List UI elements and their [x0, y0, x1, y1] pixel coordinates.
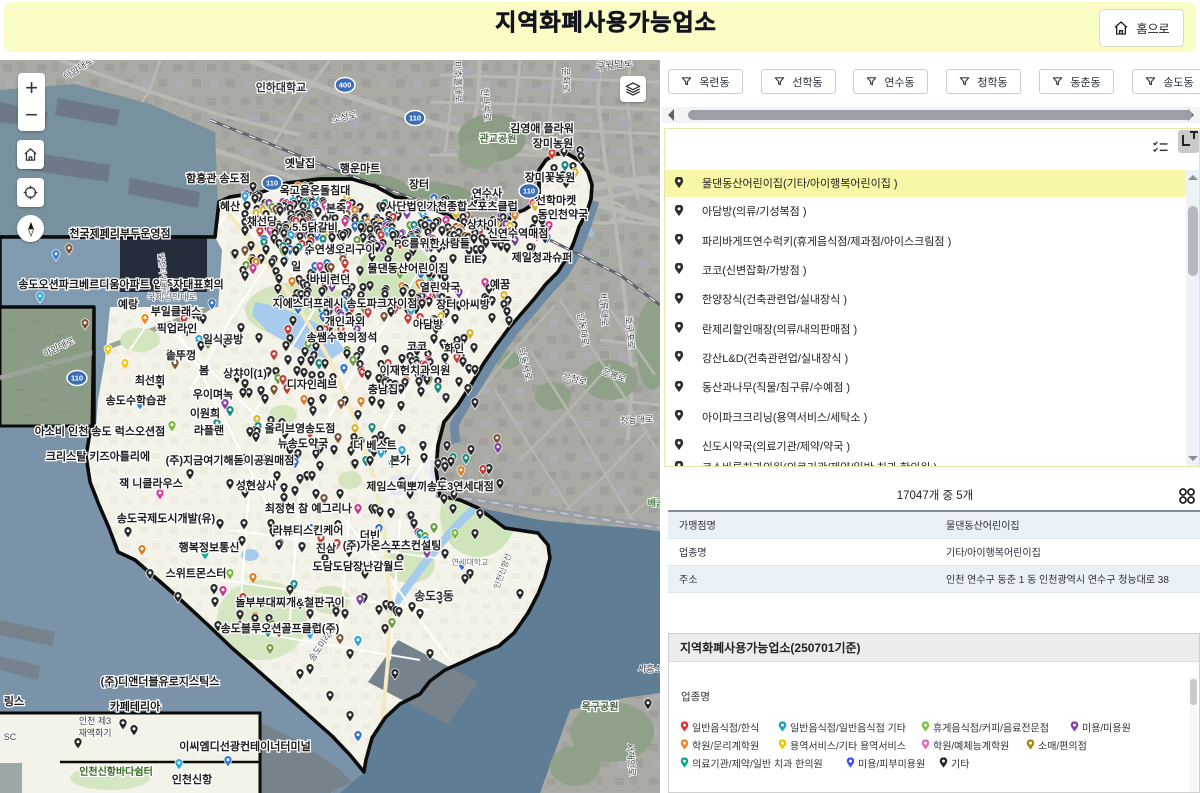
svg-text:장미꽃농원: 장미꽃농원	[525, 170, 576, 184]
svg-text:EIE: EIE	[464, 254, 482, 266]
svg-text:110: 110	[409, 114, 421, 123]
svg-text:참 예그리나: 참 예그리나	[298, 501, 352, 515]
svg-text:인천신항: 인천신항	[172, 772, 212, 786]
svg-text:화인: 화인	[444, 341, 464, 355]
svg-text:크리스탈 키즈아틀리에: 크리스탈 키즈아틀리에	[46, 449, 150, 463]
svg-text:선학마켓: 선학마켓	[536, 193, 576, 207]
svg-text:인천신항바다쉼터: 인천신항바다쉼터	[79, 765, 153, 778]
svg-text:재액화기: 재액화기	[78, 727, 111, 738]
svg-text:일식공방: 일식공방	[203, 332, 243, 346]
svg-text:옥고을온돌침대: 옥고을온돌침대	[280, 183, 351, 197]
svg-text:옥구공원: 옥구공원	[582, 700, 619, 713]
svg-text:미추홀대로: 미추홀대로	[452, 61, 464, 103]
svg-text:아소비 인천 송도 럭스오션점: 아소비 인천 송도 럭스오션점	[35, 424, 166, 438]
svg-text:이재헌치과의원: 이재헌치과의원	[380, 363, 451, 377]
svg-text:송도3동: 송도3동	[414, 589, 454, 603]
svg-text:지에스더프레시 송도파크자이점: 지에스더프레시 송도파크자이점	[273, 296, 418, 310]
svg-text:열린약국: 열린약국	[420, 280, 460, 294]
svg-text:국제항만대로: 국제항만대로	[147, 292, 197, 302]
svg-text:행복정보통신: 행복정보통신	[179, 540, 240, 554]
svg-text:상챠이(1): 상챠이(1)	[223, 366, 267, 380]
svg-text:혜산: 혜산	[220, 199, 240, 213]
svg-text:제임스떡뽀끼송도3연세대점: 제임스떡뽀끼송도3연세대점	[366, 479, 494, 493]
svg-text:더 베스트: 더 베스트	[353, 438, 397, 452]
svg-text:디자인레브: 디자인레브	[287, 377, 338, 391]
svg-text:이씨엠디선광컨테이너터미널: 이씨엠디선광컨테이너터미널	[179, 739, 311, 753]
svg-text:사단법인가천종합스포츠클럽: 사단법인가천종합스포츠클럽	[386, 199, 518, 213]
svg-text:송도블루오션골프클럽(주): 송도블루오션골프클럽(주)	[221, 621, 340, 635]
svg-text:스위트몬스터: 스위트몬스터	[166, 566, 227, 580]
svg-text:올리브영송도점: 올리브영송도점	[265, 421, 336, 435]
svg-text:천국제페리부두운영점: 천국제페리부두운영점	[69, 226, 170, 240]
svg-text:부일클래스: 부일클래스	[151, 304, 202, 318]
svg-text:본죽: 본죽	[326, 202, 346, 215]
svg-text:우이며녹: 우이며녹	[193, 387, 233, 401]
svg-text:장터 아씨방: 장터 아씨방	[436, 297, 490, 311]
svg-text:최정현: 최정현	[265, 501, 295, 515]
svg-text:예랑: 예랑	[118, 297, 138, 311]
svg-text:아담방: 아담방	[413, 317, 443, 331]
svg-text:잭 니클라우스: 잭 니클라우스	[119, 476, 183, 490]
svg-text:진삼: 진삼	[316, 541, 336, 555]
svg-text:바비런던: 바비런던	[310, 272, 350, 286]
svg-text:송도오션파크베르디움아파트 입주자대표회의: 송도오션파크베르디움아파트 입주자대표회의	[18, 277, 223, 291]
svg-text:(주)가온스포츠컨설팅: (주)가온스포츠컨설팅	[343, 538, 441, 552]
svg-text:충남집: 충남집	[368, 382, 398, 396]
svg-text:동인천약국: 동인천약국	[538, 207, 589, 221]
svg-text:수연생오리구이: 수연생오리구이	[305, 242, 376, 256]
svg-text:카페테리아: 카페테리아	[110, 699, 161, 713]
svg-text:라플랜: 라플랜	[194, 423, 224, 437]
svg-text:개인과외: 개인과외	[325, 314, 365, 328]
svg-text:봄: 봄	[199, 363, 209, 377]
svg-text:뉴송도약국: 뉴송도약국	[278, 436, 329, 450]
svg-text:물댄동산어린이집: 물댄동산어린이집	[368, 261, 449, 275]
svg-text:5.5닭갈비: 5.5닭갈비	[292, 220, 338, 234]
svg-text:연수사: 연수사	[472, 186, 503, 200]
svg-text:인하대학교: 인하대학교	[256, 80, 307, 94]
svg-text:(주)디앤더블유로지스틱스: (주)디앤더블유로지스틱스	[101, 674, 220, 688]
svg-text:라뷰티스킨케어: 라뷰티스킨케어	[273, 523, 344, 537]
svg-text:장터: 장터	[409, 177, 429, 191]
svg-text:인천 제3: 인천 제3	[79, 716, 111, 726]
svg-text:함흥관 송도점: 함흥관 송도점	[186, 171, 250, 185]
svg-text:(주)지금여기해돋이공원매점: (주)지금여기해돋이공원매점	[166, 453, 295, 467]
svg-text:400: 400	[339, 81, 352, 90]
svg-text:링스: 링스	[4, 695, 24, 708]
svg-text:비류대로: 비류대로	[598, 293, 610, 327]
svg-text:행운마트: 행운마트	[340, 161, 380, 175]
svg-text:옛날집: 옛날집	[285, 156, 315, 170]
svg-text:110: 110	[71, 374, 83, 383]
svg-text:시흥스: 시흥스	[638, 663, 660, 674]
svg-text:연세대학교: 연세대학교	[452, 557, 489, 567]
svg-text:김영애 플라워: 김영애 플라워	[510, 121, 574, 135]
svg-text:SC: SC	[4, 732, 17, 742]
svg-text:예꿈: 예꿈	[490, 277, 510, 291]
svg-text:장미농원: 장미농원	[533, 136, 573, 150]
svg-text:일: 일	[291, 259, 301, 273]
svg-text:놀부부대찌개&철판구이: 놀부부대찌개&철판구이	[235, 595, 344, 609]
svg-text:성현상사: 성현상사	[236, 478, 277, 492]
svg-text:송도국제도시개발(유): 송도국제도시개발(유)	[117, 511, 216, 525]
svg-text:솥뚜껑: 솥뚜껑	[166, 348, 196, 362]
svg-text:픽업라인: 픽업라인	[157, 321, 197, 335]
svg-text:배곧: 배곧	[648, 497, 660, 508]
svg-text:송쌤수학의정석: 송쌤수학의정석	[307, 330, 378, 344]
svg-text:문화로: 문화로	[561, 67, 572, 92]
svg-text:110: 110	[523, 187, 535, 196]
svg-text:코코: 코코	[407, 341, 427, 353]
svg-text:PC를위한사람들: PC를위한사람들	[394, 236, 470, 250]
svg-text:이원희: 이원희	[190, 406, 220, 420]
svg-text:110: 110	[266, 179, 278, 188]
svg-text:신연수역매점: 신연수역매점	[488, 226, 549, 240]
svg-text:송도수학습관: 송도수학습관	[106, 393, 167, 407]
svg-text:최선회: 최선회	[135, 373, 165, 387]
svg-text:제일청과슈퍼: 제일청과슈퍼	[512, 250, 573, 264]
svg-text:채선당: 채선당	[247, 214, 277, 228]
svg-text:도담도담장난감월드: 도담도담장난감월드	[312, 559, 403, 573]
svg-text:본가: 본가	[390, 453, 410, 467]
